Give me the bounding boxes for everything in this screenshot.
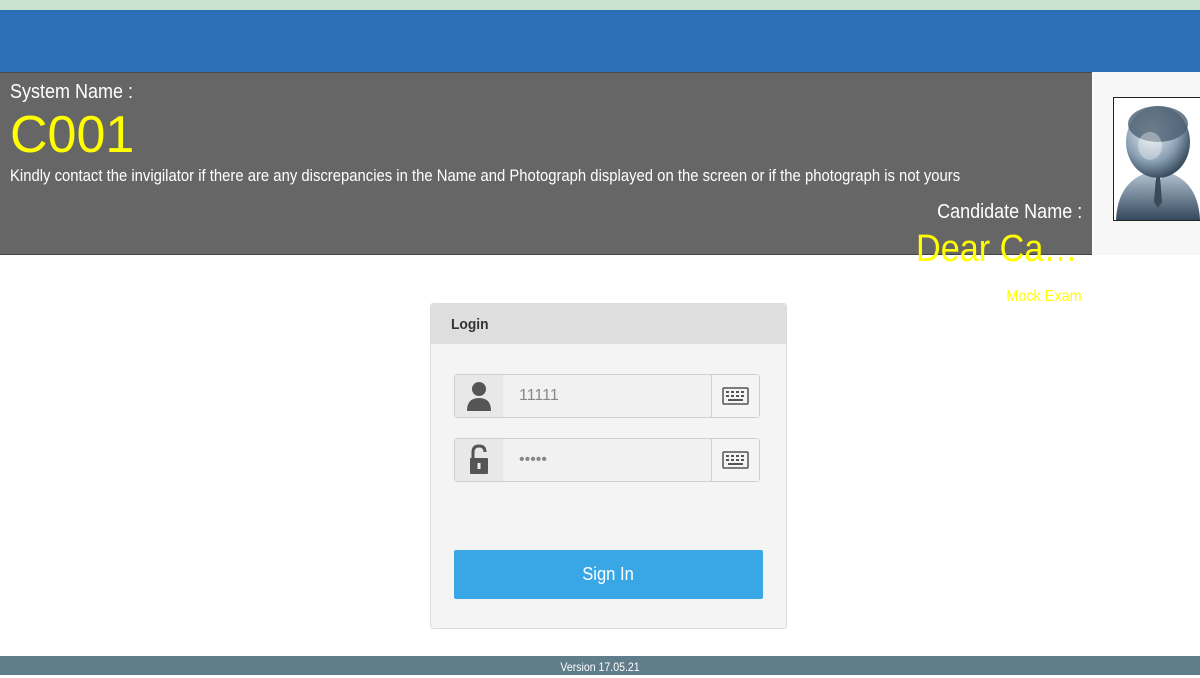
keyboard-icon[interactable] <box>711 375 759 417</box>
password-input[interactable] <box>503 439 713 481</box>
footer: Version 17.05.21 <box>0 656 1200 675</box>
username-field <box>454 374 760 418</box>
candidate-name-value: Dear Ca… <box>916 228 1078 270</box>
password-field <box>454 438 760 482</box>
user-icon <box>455 375 504 417</box>
top-strip <box>0 0 1200 10</box>
username-input[interactable] <box>503 375 713 417</box>
system-name-label: System Name : <box>10 81 134 103</box>
lock-icon <box>455 439 504 481</box>
exam-name: Mock Exam <box>1006 288 1082 305</box>
sign-in-button[interactable]: Sign In <box>454 550 763 599</box>
keyboard-icon[interactable] <box>711 439 759 481</box>
discrepancy-notice: Kindly contact the invigilator if there … <box>10 167 961 185</box>
candidate-photo-panel <box>1093 72 1200 255</box>
header-bar <box>0 10 1200 72</box>
candidate-photo <box>1113 97 1200 221</box>
candidate-avatar-icon <box>1116 106 1200 220</box>
login-card: Login 11111 ••••• Sign In <box>430 303 787 629</box>
sign-in-label: Sign In <box>582 564 635 584</box>
login-title: Login <box>451 316 489 333</box>
candidate-name-label: Candidate Name : <box>936 201 1082 223</box>
system-name-value: C001 <box>10 106 135 164</box>
